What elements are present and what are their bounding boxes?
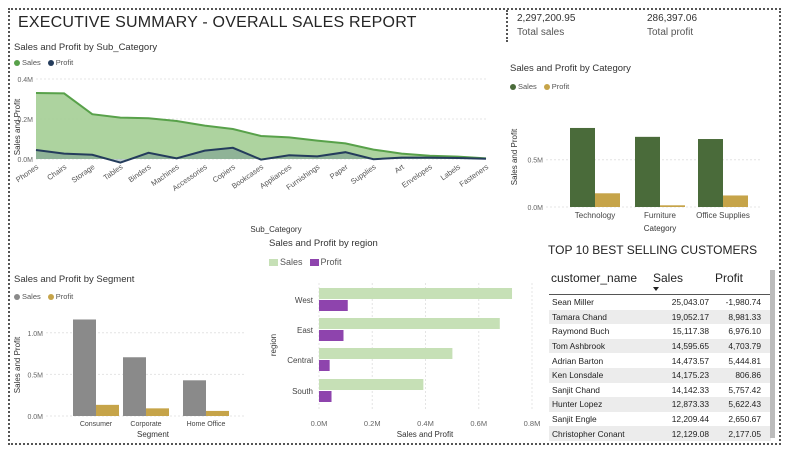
x-tick-label: 0.8M xyxy=(524,419,541,428)
customer-name-cell: Ken Lonsdale xyxy=(552,370,604,381)
scrollbar-thumb[interactable] xyxy=(770,270,775,438)
y-tick-label: West xyxy=(295,296,314,305)
profit-cell: 5,444.81 xyxy=(728,355,761,366)
customers-table: customer_name Sales Profit Sean Miller 25… xyxy=(549,268,771,441)
sales-cell: 19,052.17 xyxy=(671,311,709,322)
table-scrollbar[interactable] xyxy=(770,270,775,438)
customer-name-cell: Sean Miller xyxy=(552,297,594,308)
sales-cell: 12,873.33 xyxy=(671,399,709,410)
customer-name-cell: Raymond Buch xyxy=(552,326,610,337)
y-axis-title: region xyxy=(269,334,278,356)
table-row[interactable]: Tom Ashbrook 14,595.65 4,703.79 xyxy=(549,338,771,354)
sales-cell: 14,473.57 xyxy=(671,355,709,366)
profit-cell: 5,757.42 xyxy=(728,384,761,395)
profit-cell: 5,622.43 xyxy=(728,399,761,410)
sales-cell: 15,117.38 xyxy=(672,326,709,337)
table-row[interactable]: Sean Miller 25,043.07 -1,980.74 xyxy=(549,295,771,310)
column-header-sales[interactable]: Sales xyxy=(651,268,715,294)
sales-cell: 25,043.07 xyxy=(671,297,709,308)
profit-bar xyxy=(319,330,344,341)
profit-cell: 2,650.67 xyxy=(728,414,761,425)
x-tick-label: 0.2M xyxy=(364,419,381,428)
column-header-customer-name[interactable]: customer_name xyxy=(549,268,651,294)
x-axis-title: Sales and Profit xyxy=(397,430,454,439)
profit-cell: 6,976.10 xyxy=(728,326,761,337)
table-body: Sean Miller 25,043.07 -1,980.74 Tamara Chan… xyxy=(549,295,771,441)
profit-cell: 8,981.33 xyxy=(728,311,761,322)
y-tick-label: Central xyxy=(287,356,313,365)
table-row[interactable]: Sanjit Chand 14,142.33 5,757.42 xyxy=(549,383,771,398)
profit-bar xyxy=(319,360,330,371)
x-tick-label: 0.6M xyxy=(470,419,487,428)
customer-name-cell: Tom Ashbrook xyxy=(552,341,606,352)
customer-name-cell: Sanjit Chand xyxy=(552,384,600,395)
table-row[interactable]: Raymond Buch 15,117.38 6,976.10 xyxy=(549,324,771,339)
table-header: customer_name Sales Profit xyxy=(549,268,771,295)
sales-bar xyxy=(319,348,453,359)
table-row[interactable]: Sanjit Engle 12,209.44 2,650.67 xyxy=(549,412,771,427)
table-row[interactable]: Ken Lonsdale 14,175.23 806.86 xyxy=(549,367,771,383)
table-row[interactable]: Hunter Lopez 12,873.33 5,622.43 xyxy=(549,397,771,412)
customer-name-cell: Sanjit Engle xyxy=(552,414,597,425)
sales-cell: 12,129.08 xyxy=(671,428,709,439)
sort-descending-icon[interactable] xyxy=(653,287,659,291)
sales-bar xyxy=(319,379,424,390)
sales-bar xyxy=(319,288,513,299)
x-tick-label: 0.0M xyxy=(311,419,328,428)
profit-cell: -1,980.74 xyxy=(725,297,761,308)
customer-name-cell: Tamara Chand xyxy=(552,311,607,322)
sales-cell: 12,209.44 xyxy=(671,414,709,425)
customer-name-cell: Adrian Barton xyxy=(552,355,604,366)
sales-cell: 14,595.65 xyxy=(671,341,709,352)
table-row[interactable]: Tamara Chand 19,052.17 8,981.33 xyxy=(549,309,771,325)
y-tick-label: East xyxy=(297,326,314,335)
profit-bar xyxy=(319,300,348,311)
y-tick-label: South xyxy=(292,387,313,396)
column-header-profit[interactable]: Profit xyxy=(715,268,765,294)
sales-cell: 14,142.33 xyxy=(671,384,709,395)
x-tick-label: 0.4M xyxy=(417,419,434,428)
customers-table-title: TOP 10 BEST SELLING CUSTOMERS xyxy=(548,243,758,257)
table-row[interactable]: Christopher Conant 12,129.08 2,177.05 xyxy=(549,426,771,441)
sales-cell: 14,175.23 xyxy=(671,370,709,381)
profit-cell: 4,703.79 xyxy=(728,341,761,352)
profit-cell: 806.86 xyxy=(735,370,761,381)
customer-name-cell: Hunter Lopez xyxy=(552,399,603,410)
sales-bar xyxy=(319,318,500,329)
profit-bar xyxy=(319,391,332,402)
table-row[interactable]: Adrian Barton 14,473.57 5,444.81 xyxy=(549,353,771,368)
profit-cell: 2,177.05 xyxy=(728,428,761,439)
customer-name-cell: Christopher Conant xyxy=(552,428,625,439)
